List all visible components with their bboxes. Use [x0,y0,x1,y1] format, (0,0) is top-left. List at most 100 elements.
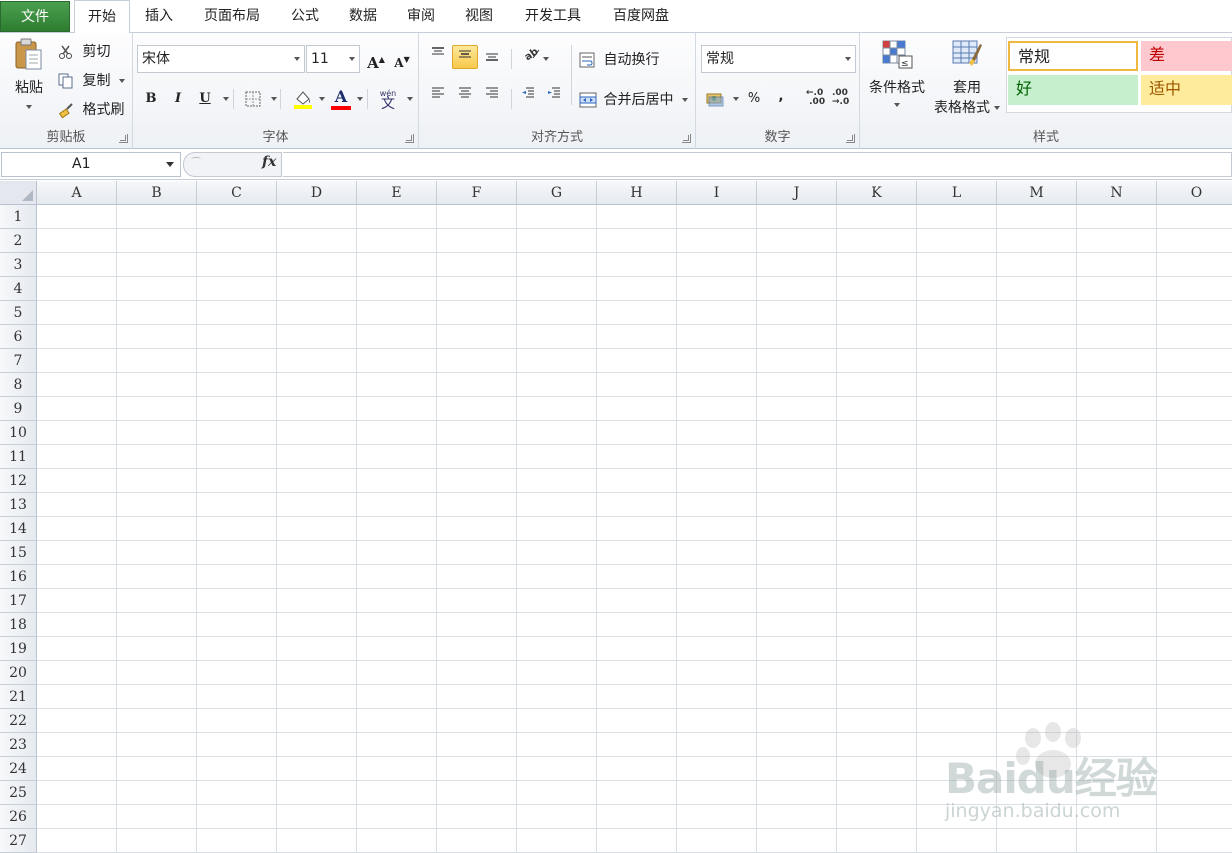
copy-button[interactable]: 复制 [58,70,125,90]
row-header[interactable]: 10 [0,421,37,445]
shrink-font-button[interactable]: A▼ [389,47,415,71]
row-header[interactable]: 27 [0,829,37,853]
tab-review[interactable]: 审阅 [398,0,444,33]
clipboard-launcher-icon[interactable] [119,134,128,143]
align-top-button[interactable] [425,45,451,69]
tab-developer[interactable]: 开发工具 [514,0,592,33]
style-bad[interactable]: 差 [1141,41,1232,71]
row-header[interactable]: 11 [0,445,37,469]
increase-decimal-button[interactable]: ←.0 .00 [806,89,825,107]
borders-dropdown-icon[interactable] [271,97,277,101]
row-header[interactable]: 16 [0,565,37,589]
column-header[interactable]: I [677,181,757,205]
format-as-table-button[interactable]: 套用 表格格式 [930,39,1004,117]
row-header[interactable]: 5 [0,301,37,325]
row-header[interactable]: 15 [0,541,37,565]
style-normal[interactable]: 常规 [1008,41,1138,71]
tab-formulas[interactable]: 公式 [282,0,328,33]
column-header[interactable]: A [37,181,117,205]
style-neutral[interactable]: 适中 [1141,75,1232,105]
align-center-button[interactable] [452,85,478,109]
format-painter-button[interactable]: 格式刷 [58,99,124,119]
increase-indent-button[interactable] [541,85,567,109]
phonetic-dropdown-icon[interactable] [407,97,413,101]
tab-page-layout[interactable]: 页面布局 [194,0,270,33]
align-bottom-button[interactable] [479,47,505,71]
column-header[interactable]: G [517,181,597,205]
number-format-dropdown[interactable]: 常规 [701,45,856,73]
bold-button[interactable]: B [138,87,164,111]
row-header[interactable]: 7 [0,349,37,373]
row-header[interactable]: 19 [0,637,37,661]
row-header[interactable]: 23 [0,733,37,757]
row-header[interactable]: 1 [0,205,37,229]
style-good[interactable]: 好 [1008,75,1138,105]
row-header[interactable]: 3 [0,253,37,277]
number-launcher-icon[interactable] [846,134,855,143]
decrease-decimal-button[interactable]: .00 →.0 [832,89,849,107]
merge-center-button[interactable]: 合并后居中 [579,89,688,109]
column-header[interactable]: H [597,181,677,205]
row-header[interactable]: 12 [0,469,37,493]
row-header[interactable]: 22 [0,709,37,733]
fill-color-icon[interactable] [293,89,313,109]
font-color-dropdown-icon[interactable] [357,97,363,101]
orientation-button[interactable]: ab [519,45,545,69]
fill-color-dropdown-icon[interactable] [319,97,325,101]
tab-data[interactable]: 数据 [340,0,386,33]
currency-dropdown-icon[interactable] [733,97,739,101]
tab-baidu-netdisk[interactable]: 百度网盘 [602,0,680,33]
comma-button[interactable]: , [768,85,794,109]
font-color-icon[interactable]: A [331,87,351,111]
column-header[interactable]: E [357,181,437,205]
row-header[interactable]: 26 [0,805,37,829]
wrap-text-button[interactable]: 自动换行 [579,49,659,69]
column-header[interactable]: M [997,181,1077,205]
borders-icon[interactable] [245,91,261,107]
currency-icon[interactable] [706,91,724,107]
column-header[interactable]: F [437,181,517,205]
row-header[interactable]: 20 [0,661,37,685]
align-right-button[interactable] [479,85,505,109]
orientation-dropdown-icon[interactable] [543,57,549,61]
column-header[interactable]: K [837,181,917,205]
underline-dropdown-icon[interactable] [223,97,229,101]
tab-insert[interactable]: 插入 [136,0,182,33]
row-header[interactable]: 8 [0,373,37,397]
row-header[interactable]: 17 [0,589,37,613]
row-header[interactable]: 25 [0,781,37,805]
decrease-indent-button[interactable] [515,85,541,109]
column-header[interactable]: J [757,181,837,205]
alignment-launcher-icon[interactable] [682,134,691,143]
cut-button[interactable]: 剪切 [58,41,110,61]
select-all-button[interactable] [0,181,37,205]
phonetic-icon[interactable]: wén 文 [379,88,397,111]
tab-view[interactable]: 视图 [456,0,502,33]
column-header[interactable]: C [197,181,277,205]
grow-font-button[interactable]: A▲ [363,47,389,72]
row-header[interactable]: 6 [0,325,37,349]
column-header[interactable]: L [917,181,997,205]
row-header[interactable]: 18 [0,613,37,637]
row-header[interactable]: 14 [0,517,37,541]
font-launcher-icon[interactable] [405,134,414,143]
name-box[interactable]: A1 [1,152,181,177]
paste-button[interactable]: 粘贴 [8,37,50,119]
column-header[interactable]: N [1077,181,1157,205]
formula-input[interactable] [283,152,1232,177]
row-header[interactable]: 13 [0,493,37,517]
row-header[interactable]: 9 [0,397,37,421]
font-name-dropdown[interactable]: 宋体 [137,45,305,73]
row-header[interactable]: 4 [0,277,37,301]
row-header[interactable]: 21 [0,685,37,709]
column-header[interactable]: O [1157,181,1232,205]
tab-home[interactable]: 开始 [74,0,130,34]
column-header[interactable]: D [277,181,357,205]
underline-button[interactable]: U [192,87,218,111]
align-left-button[interactable] [425,85,451,109]
percent-button[interactable]: % [741,87,767,111]
font-size-dropdown[interactable]: 11 [306,45,360,73]
italic-button[interactable]: I [165,87,191,111]
align-middle-button[interactable] [452,45,478,69]
column-header[interactable]: B [117,181,197,205]
